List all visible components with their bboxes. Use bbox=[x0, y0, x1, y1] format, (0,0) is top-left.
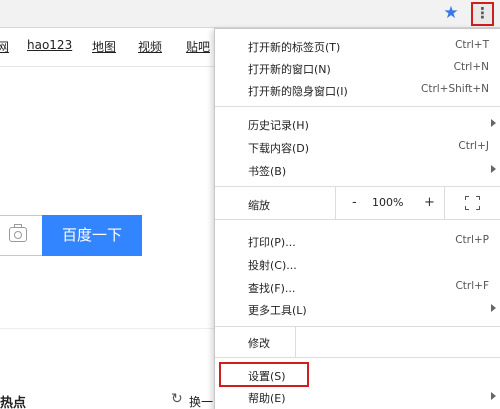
menu-item-label: 打开新的窗口(N) bbox=[248, 63, 331, 76]
fullscreen-icon[interactable] bbox=[465, 196, 480, 210]
refresh-link[interactable]: 换一 bbox=[189, 393, 213, 409]
zoom-row: 缩放 - 100% + bbox=[215, 187, 500, 219]
menu-item-label: 投射(C)... bbox=[248, 259, 297, 272]
page-nav: 网 hao123 地图 视频 贴吧 bbox=[0, 38, 215, 58]
hot-news-heading: 热点 bbox=[0, 396, 27, 409]
edit-label: 修改 bbox=[248, 337, 270, 350]
search-input[interactable] bbox=[0, 215, 42, 256]
menu-item-downloads[interactable]: 下载内容(D) Ctrl+J bbox=[215, 136, 500, 158]
submenu-arrow-icon bbox=[491, 165, 496, 173]
nav-link-tieba[interactable]: 贴吧 bbox=[186, 38, 210, 55]
menu-item-new-tab[interactable]: 打开新的标签页(T) Ctrl+T bbox=[215, 35, 500, 57]
menu-item-label: 帮助(E) bbox=[248, 392, 286, 405]
menu-item-label: 历史记录(H) bbox=[248, 119, 309, 132]
zoom-in-button[interactable]: + bbox=[424, 195, 435, 210]
settings-highlight-box bbox=[219, 362, 309, 387]
menu-item-print[interactable]: 打印(P)... Ctrl+P bbox=[215, 230, 500, 252]
edit-actions bbox=[295, 327, 500, 357]
camera-icon[interactable] bbox=[9, 224, 27, 242]
zoom-out-button[interactable]: - bbox=[352, 195, 357, 210]
browser-toolbar: ★ ⋮ bbox=[0, 0, 500, 28]
zoom-label: 缩放 bbox=[248, 199, 270, 212]
submenu-arrow-icon bbox=[491, 119, 496, 127]
menu-item-new-incognito-window[interactable]: 打开新的隐身窗口(I) Ctrl+Shift+N bbox=[215, 79, 500, 101]
menu-item-history[interactable]: 历史记录(H) bbox=[215, 113, 500, 135]
submenu-arrow-icon bbox=[491, 392, 496, 400]
nav-link-news[interactable]: 网 bbox=[0, 38, 9, 55]
menu-item-label: 打开新的隐身窗口(I) bbox=[248, 85, 348, 98]
kebab-menu-icon: ⋮ bbox=[475, 4, 490, 22]
nav-link-video[interactable]: 视频 bbox=[138, 38, 162, 55]
menu-item-find[interactable]: 查找(F)... Ctrl+F bbox=[215, 276, 500, 298]
menu-item-more-tools[interactable]: 更多工具(L) bbox=[215, 298, 500, 320]
menu-item-shortcut: Ctrl+T bbox=[455, 39, 489, 51]
nav-link-map[interactable]: 地图 bbox=[92, 38, 116, 55]
zoom-control: - 100% + bbox=[335, 187, 445, 219]
menu-item-label: 更多工具(L) bbox=[248, 304, 307, 317]
menu-item-label: 打开新的标签页(T) bbox=[248, 41, 341, 54]
menu-item-cast[interactable]: 投射(C)... bbox=[215, 253, 500, 275]
browser-main-menu: 打开新的标签页(T) Ctrl+T 打开新的窗口(N) Ctrl+N 打开新的隐… bbox=[214, 28, 500, 409]
menu-item-label: 打印(P)... bbox=[248, 236, 296, 249]
refresh-icon[interactable]: ↻ bbox=[171, 392, 183, 406]
menu-item-shortcut: Ctrl+J bbox=[458, 140, 489, 152]
menu-item-shortcut: Ctrl+F bbox=[455, 280, 489, 292]
divider bbox=[0, 66, 215, 67]
search-button[interactable]: 百度一下 bbox=[42, 215, 142, 256]
zoom-level: 100% bbox=[372, 196, 404, 209]
menu-item-shortcut: Ctrl+N bbox=[453, 61, 489, 73]
menu-item-label: 查找(F)... bbox=[248, 282, 296, 295]
menu-item-help[interactable]: 帮助(E) bbox=[215, 386, 500, 408]
menu-item-label: 下载内容(D) bbox=[248, 142, 310, 155]
submenu-arrow-icon bbox=[491, 304, 496, 312]
menu-item-shortcut: Ctrl+P bbox=[455, 234, 489, 246]
menu-item-bookmarks[interactable]: 书签(B) bbox=[215, 159, 500, 181]
browser-menu-button[interactable]: ⋮ bbox=[471, 2, 494, 26]
edit-row: 修改 bbox=[215, 327, 500, 357]
menu-separator bbox=[215, 219, 500, 220]
divider bbox=[0, 328, 215, 329]
menu-separator bbox=[215, 106, 500, 107]
star-icon[interactable]: ★ bbox=[441, 3, 461, 23]
menu-separator bbox=[215, 357, 500, 358]
menu-item-new-window[interactable]: 打开新的窗口(N) Ctrl+N bbox=[215, 57, 500, 79]
menu-item-shortcut: Ctrl+Shift+N bbox=[421, 83, 489, 95]
nav-link-hao123[interactable]: hao123 bbox=[27, 38, 72, 52]
menu-item-label: 书签(B) bbox=[248, 165, 287, 178]
